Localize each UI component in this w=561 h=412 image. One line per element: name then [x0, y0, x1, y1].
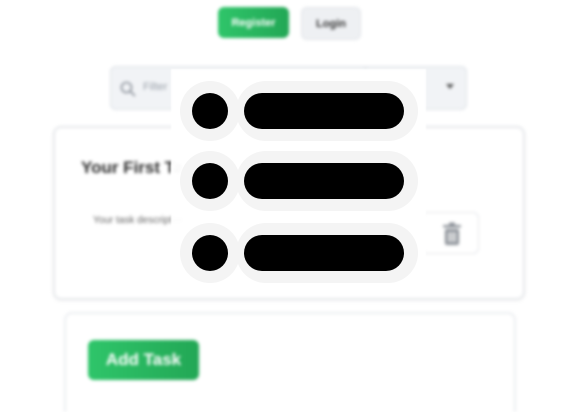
list-bullet-icon: [192, 93, 228, 129]
chevron-down-icon: [446, 84, 454, 89]
search-icon: [120, 81, 136, 97]
filter-input[interactable]: Filter: [143, 81, 167, 93]
list-icon-row: [180, 81, 418, 141]
list-line-icon: [244, 235, 404, 271]
delete-task-button[interactable]: [421, 212, 479, 254]
add-task-button[interactable]: Add Task: [88, 340, 199, 380]
list-line-icon: [244, 93, 404, 129]
login-button[interactable]: Login: [301, 7, 361, 40]
list-line-icon: [244, 163, 404, 199]
task-title: Your First Task: [81, 158, 181, 177]
list-icon-row: [180, 151, 418, 211]
task-description: Your task description: [93, 215, 183, 226]
list-icon-row: [180, 223, 418, 283]
trash-icon: [443, 222, 461, 245]
list-bullet-icon: [192, 235, 228, 271]
register-button[interactable]: Register: [218, 7, 289, 38]
list-bullet-icon: [192, 163, 228, 199]
